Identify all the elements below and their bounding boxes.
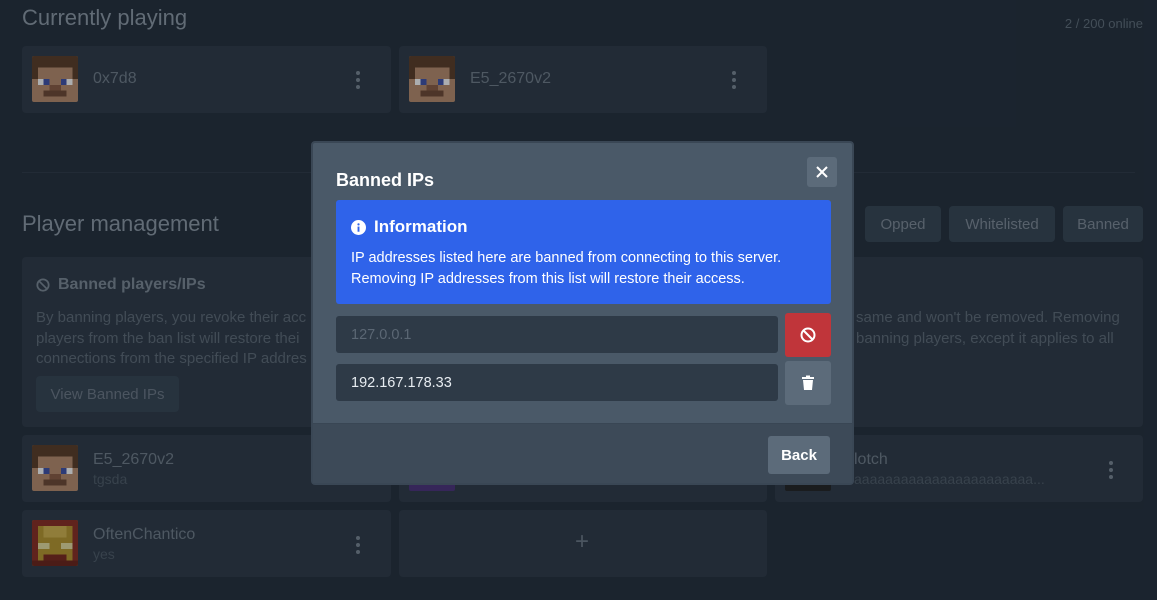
ip-field[interactable]: 192.167.178.33 xyxy=(336,364,778,401)
close-icon xyxy=(816,166,828,178)
info-alert: Information IP addresses listed here are… xyxy=(336,200,831,304)
delete-ip-button[interactable] xyxy=(785,361,831,405)
modal-footer: Back xyxy=(313,423,852,483)
info-text: IP addresses listed here are banned from… xyxy=(351,250,782,287)
info-icon xyxy=(351,219,366,235)
banned-ips-modal: Banned IPs Information IP addresses list… xyxy=(311,141,854,485)
page: Currently playing 2 / 200 online 0x7d8 E… xyxy=(0,0,1157,600)
trash-icon xyxy=(802,375,814,390)
close-button[interactable] xyxy=(807,157,837,187)
modal-title: Banned IPs xyxy=(336,170,435,190)
back-button[interactable]: Back xyxy=(768,436,830,474)
ban-icon xyxy=(800,327,816,343)
ip-field-disabled: 127.0.0.1 xyxy=(336,316,778,353)
info-title: Information xyxy=(351,217,468,237)
info-title-text: Information xyxy=(374,217,468,236)
ban-ip-button[interactable] xyxy=(785,313,831,357)
